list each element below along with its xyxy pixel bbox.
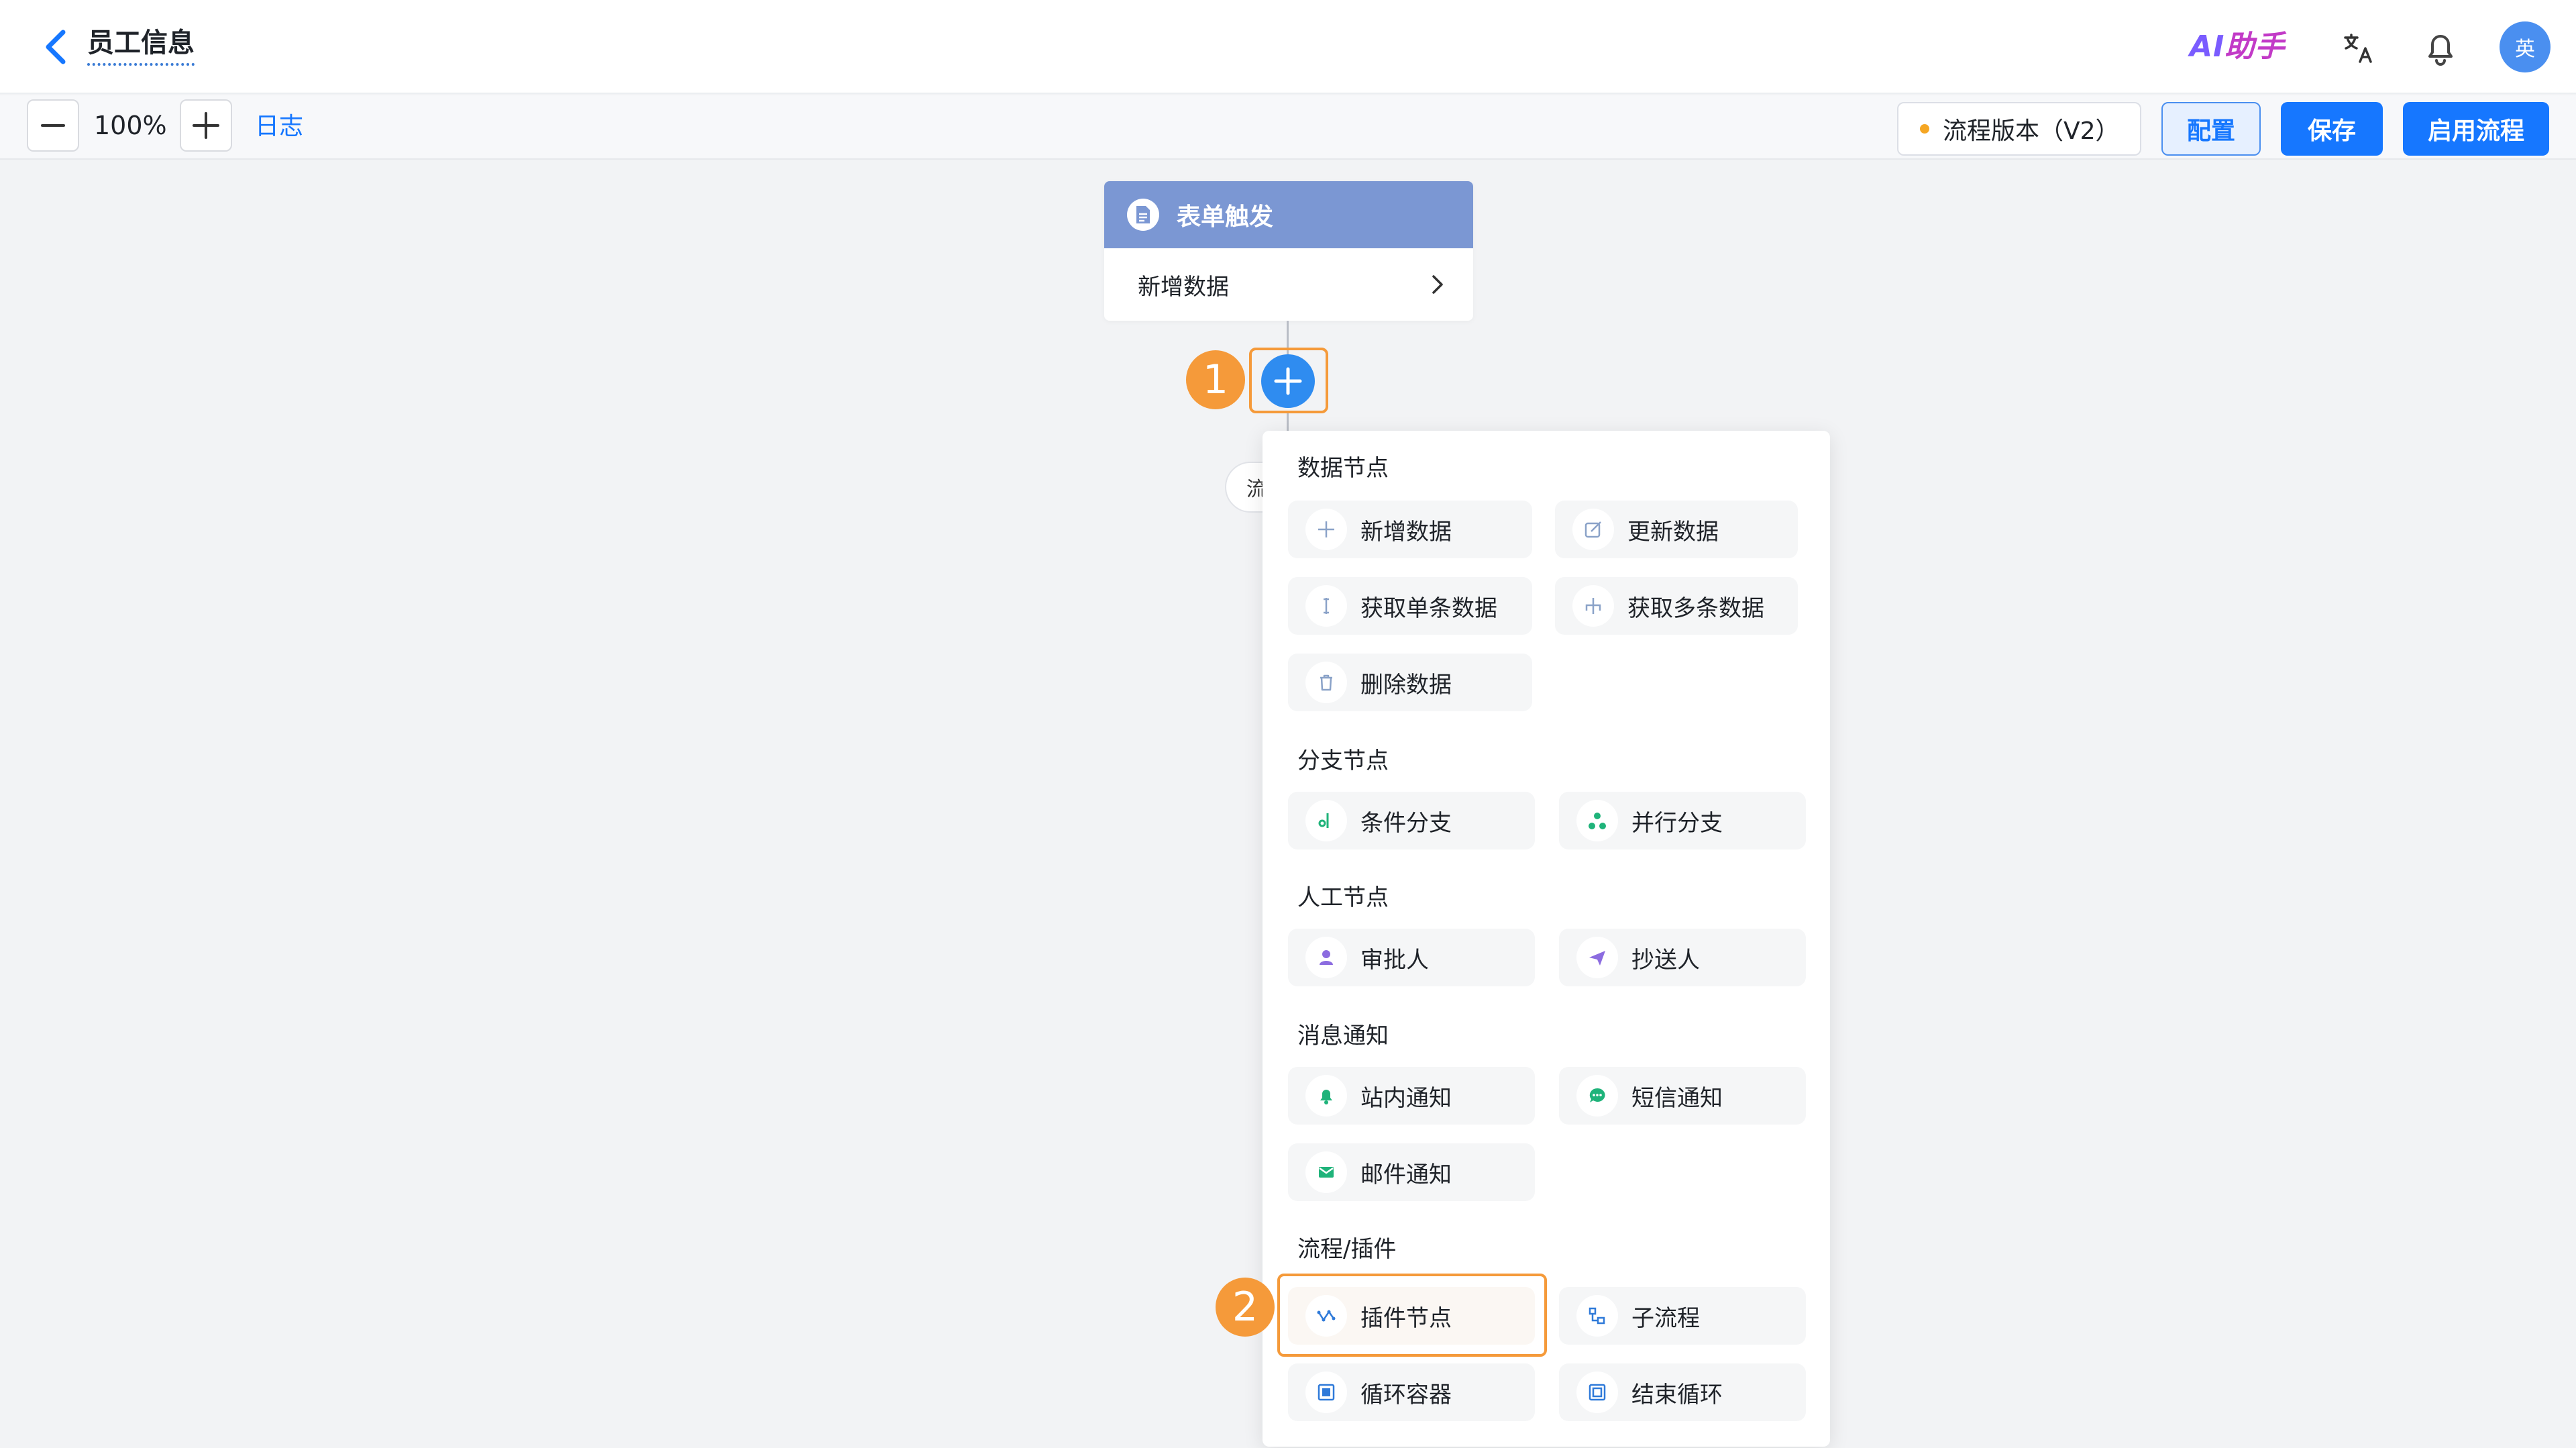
step-badge-1: 1 bbox=[1186, 350, 1245, 409]
send-icon bbox=[1576, 937, 1618, 978]
menu-item-update-data[interactable]: 更新数据 bbox=[1555, 501, 1798, 558]
menu-item-label: 删除数据 bbox=[1360, 671, 1452, 699]
menu-item-loop-container[interactable]: 循环容器 bbox=[1288, 1363, 1535, 1421]
version-label: 流程版本（V2） bbox=[1943, 117, 2120, 145]
ai-assistant-zh-text: 助手 bbox=[2224, 30, 2286, 64]
log-link[interactable]: 日志 bbox=[255, 111, 303, 142]
menu-item-sub-process[interactable]: 子流程 bbox=[1559, 1287, 1806, 1345]
menu-item-cc[interactable]: 抄送人 bbox=[1559, 929, 1806, 986]
chevron-right-icon bbox=[1432, 275, 1443, 294]
menu-item-label: 站内通知 bbox=[1360, 1084, 1452, 1112]
user-avatar[interactable]: 英 bbox=[2500, 21, 2551, 72]
page-title[interactable]: 员工信息 bbox=[87, 24, 195, 66]
document-icon bbox=[1127, 199, 1159, 231]
enable-process-button[interactable]: 启用流程 bbox=[2403, 102, 2549, 156]
zoom-out-button[interactable] bbox=[27, 99, 79, 152]
config-button[interactable]: 配置 bbox=[2161, 102, 2261, 156]
menu-item-approver[interactable]: 审批人 bbox=[1288, 929, 1535, 986]
menu-item-label: 获取单条数据 bbox=[1360, 594, 1497, 622]
back-arrow-icon[interactable] bbox=[38, 27, 75, 67]
person-icon bbox=[1305, 937, 1347, 978]
ai-assistant-ai-text: AI bbox=[2190, 30, 2225, 64]
edit-icon bbox=[1572, 509, 1614, 550]
menu-item-label: 邮件通知 bbox=[1360, 1161, 1452, 1188]
menu-item-inbox-notice[interactable]: 站内通知 bbox=[1288, 1067, 1535, 1125]
menu-item-delete-data[interactable]: 删除数据 bbox=[1288, 654, 1532, 711]
add-node-button[interactable] bbox=[1261, 354, 1315, 408]
top-header: 员工信息 AI助手 英 bbox=[0, 0, 2576, 94]
section-process-plugin-nodes: 流程/插件 bbox=[1297, 1236, 1397, 1263]
trash-icon bbox=[1305, 662, 1347, 703]
canvas-toolbar: 100% 日志 流程版本（V2） 配置 保存 启用流程 bbox=[0, 95, 2576, 160]
form-trigger-node[interactable]: 表单触发 新增数据 bbox=[1104, 181, 1473, 321]
bell-icon[interactable] bbox=[2420, 28, 2461, 68]
menu-item-label: 抄送人 bbox=[1631, 946, 1700, 974]
ai-assistant-button[interactable]: AI助手 bbox=[2190, 28, 2285, 66]
save-button[interactable]: 保存 bbox=[2281, 102, 2383, 156]
menu-item-label: 短信通知 bbox=[1631, 1084, 1723, 1112]
bell-icon bbox=[1305, 1075, 1347, 1117]
menu-item-email-notice[interactable]: 邮件通知 bbox=[1288, 1143, 1535, 1201]
menu-item-end-loop[interactable]: 结束循环 bbox=[1559, 1363, 1806, 1421]
translate-icon[interactable] bbox=[2340, 30, 2377, 67]
version-select[interactable]: 流程版本（V2） bbox=[1897, 102, 2141, 156]
menu-item-label: 审批人 bbox=[1360, 946, 1429, 974]
end-loop-icon bbox=[1576, 1372, 1618, 1413]
step-badge-2: 2 bbox=[1216, 1278, 1275, 1337]
parallel-branch-icon bbox=[1576, 800, 1618, 841]
zoom-in-button[interactable] bbox=[180, 99, 232, 152]
section-data-nodes: 数据节点 bbox=[1297, 455, 1389, 482]
menu-item-label: 结束循环 bbox=[1631, 1381, 1723, 1408]
menu-item-label: 循环容器 bbox=[1360, 1381, 1452, 1408]
section-message-nodes: 消息通知 bbox=[1297, 1023, 1389, 1049]
menu-item-label: 子流程 bbox=[1631, 1304, 1700, 1332]
condition-branch-icon bbox=[1305, 800, 1347, 841]
loop-container-icon bbox=[1305, 1372, 1347, 1413]
trigger-node-header: 表单触发 bbox=[1104, 181, 1473, 248]
menu-item-get-single[interactable]: 获取单条数据 bbox=[1288, 577, 1532, 635]
menu-item-label: 插件节点 bbox=[1360, 1304, 1452, 1332]
trigger-node-action[interactable]: 新增数据 bbox=[1104, 248, 1473, 321]
menu-item-condition-branch[interactable]: 条件分支 bbox=[1288, 792, 1535, 849]
multi-record-icon bbox=[1572, 585, 1614, 627]
add-node-menu: 数据节点 新增数据 更新数据 获取单条数据 获取多条数据 删除数据 分支节点 条… bbox=[1263, 431, 1830, 1447]
version-status-dot bbox=[1920, 124, 1929, 134]
menu-item-sms-notice[interactable]: 短信通知 bbox=[1559, 1067, 1806, 1125]
menu-item-label: 更新数据 bbox=[1627, 518, 1719, 546]
menu-item-label: 新增数据 bbox=[1360, 518, 1452, 546]
trigger-node-title: 表单触发 bbox=[1177, 203, 1274, 231]
single-record-icon bbox=[1305, 585, 1347, 627]
menu-item-label: 获取多条数据 bbox=[1627, 594, 1764, 622]
minus-icon bbox=[41, 124, 65, 127]
section-manual-nodes: 人工节点 bbox=[1297, 884, 1389, 911]
plugin-icon bbox=[1305, 1295, 1347, 1337]
section-branch-nodes: 分支节点 bbox=[1297, 747, 1389, 774]
sub-process-icon bbox=[1576, 1295, 1618, 1337]
plus-icon bbox=[193, 112, 219, 139]
plus-icon bbox=[1305, 509, 1347, 550]
menu-item-label: 条件分支 bbox=[1360, 809, 1452, 837]
zoom-level: 100% bbox=[94, 111, 167, 140]
chat-bubble-icon bbox=[1576, 1075, 1618, 1117]
menu-item-plugin-node[interactable]: 插件节点 bbox=[1288, 1287, 1535, 1345]
menu-item-add-data[interactable]: 新增数据 bbox=[1288, 501, 1532, 558]
menu-item-label: 并行分支 bbox=[1631, 809, 1723, 837]
mail-icon bbox=[1305, 1151, 1347, 1193]
trigger-action-label: 新增数据 bbox=[1138, 273, 1229, 301]
menu-item-parallel-branch[interactable]: 并行分支 bbox=[1559, 792, 1806, 849]
plus-icon bbox=[1274, 367, 1302, 395]
menu-item-get-multi[interactable]: 获取多条数据 bbox=[1555, 577, 1798, 635]
